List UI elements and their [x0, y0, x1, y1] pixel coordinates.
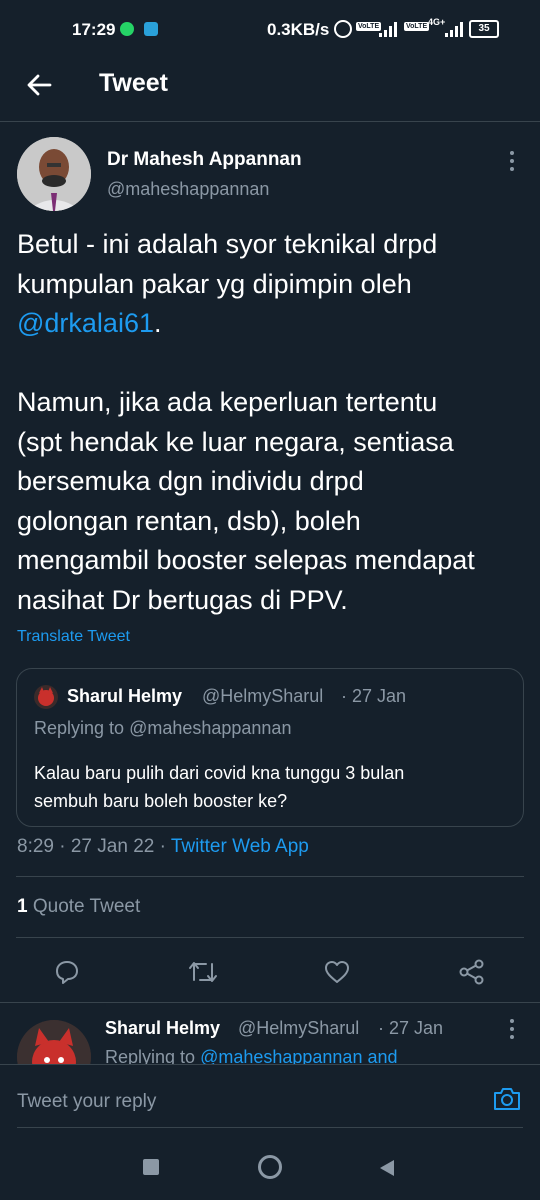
- triangle-back-icon: [380, 1160, 394, 1176]
- tweet-text-line: @drkalai61.: [17, 304, 532, 344]
- system-nav-bar: [0, 1134, 540, 1200]
- tweet-text-line: kumpulan pakar yg dipimpin oleh: [17, 268, 412, 299]
- quote-tweet-count[interactable]: 1 Quote Tweet: [17, 896, 140, 918]
- tweet-more-button[interactable]: [502, 150, 522, 172]
- tweet-text-line: Namun, jika ada keperluan tertentu: [17, 387, 438, 417]
- reply-author-name[interactable]: Sharul Helmy: [105, 1018, 220, 1039]
- stats-divider: [16, 937, 524, 938]
- home-button[interactable]: [258, 1155, 282, 1179]
- tweet-text-line: bersemuka dgn individu drpd: [17, 466, 364, 496]
- reply-input[interactable]: Tweet your reply: [17, 1091, 156, 1113]
- status-bar: 17:29 0.3KB/s VoLTE VoLTE 4G+ 35: [0, 0, 540, 62]
- more-vertical-icon: [510, 151, 514, 171]
- tweet-body: Betul - ini adalah syor teknikal drpd ku…: [17, 225, 532, 620]
- tweet-text-line: mengambil booster selepas mendapat: [17, 545, 475, 575]
- arrow-left-icon: [27, 74, 52, 96]
- quoted-date: · 27 Jan: [341, 686, 407, 706]
- status-time: 17:29: [72, 20, 116, 39]
- tweet-text-line: nasihat Dr bertugas di PPV.: [17, 584, 348, 615]
- reply-author-handle[interactable]: @HelmySharul: [238, 1018, 359, 1039]
- quote-count-number: 1: [17, 896, 28, 917]
- camera-icon: [494, 1088, 520, 1110]
- tweet-timestamp: 8:29 · 27 Jan 22 · Twitter Web App: [17, 836, 309, 857]
- timestamp-divider: [16, 876, 524, 877]
- mention-link[interactable]: @drkalai61: [17, 308, 154, 338]
- camera-button[interactable]: [492, 1085, 522, 1113]
- composer-underline: [17, 1127, 523, 1128]
- recents-button[interactable]: [143, 1159, 159, 1175]
- battery-level: 35: [478, 23, 490, 34]
- battery-icon: 35: [469, 20, 499, 38]
- more-vertical-icon: [510, 1019, 514, 1039]
- net-speed: 0.3KB/s: [267, 20, 330, 39]
- network-type: 4G+: [428, 17, 446, 27]
- page-title: Tweet: [99, 69, 168, 97]
- whatsapp-icon: [120, 22, 134, 36]
- author-avatar[interactable]: [17, 137, 91, 211]
- header-divider: [0, 121, 540, 122]
- translate-tweet-link[interactable]: Translate Tweet: [17, 628, 130, 646]
- telegram-icon: [144, 22, 158, 36]
- author-name[interactable]: Dr Mahesh Appannan: [107, 149, 302, 171]
- action-bar: [0, 950, 540, 994]
- reply-composer: Tweet your reply: [0, 1064, 540, 1135]
- reply-button[interactable]: [53, 958, 81, 986]
- tweet-source-link[interactable]: Twitter Web App: [171, 836, 309, 857]
- tweet-text-line: golongan rentan, dsb), boleh: [17, 505, 361, 536]
- back-button[interactable]: [24, 70, 54, 100]
- reply-date: · 27 Jan: [378, 1018, 444, 1038]
- app-header: Tweet: [0, 62, 540, 122]
- back-nav-button[interactable]: [378, 1158, 396, 1178]
- quoted-text: Kalau baru pulih dari covid kna tunggu 3…: [34, 763, 405, 811]
- author-handle[interactable]: @maheshappannan: [107, 179, 269, 200]
- quoted-author-handle: @HelmySharul: [202, 686, 324, 706]
- signal-icon-2: [444, 21, 466, 37]
- quoted-replying-handle: @maheshappannan: [129, 718, 292, 738]
- tweet-text-line: Betul - ini adalah syor teknikal drpd: [17, 229, 438, 259]
- quote-count-label: Quote Tweet: [27, 896, 141, 917]
- like-button[interactable]: [323, 958, 351, 986]
- quoted-avatar: [34, 685, 58, 709]
- retweet-button[interactable]: [187, 958, 219, 986]
- share-icon: [459, 959, 484, 985]
- quoted-author-name: Sharul Helmy: [67, 686, 183, 706]
- heart-icon: [325, 961, 349, 983]
- share-button[interactable]: [457, 958, 487, 986]
- reply-icon: [56, 961, 78, 984]
- mention-suffix: .: [153, 308, 162, 338]
- alarm-icon: [334, 20, 352, 38]
- quoted-replying-to: Replying to @maheshappannan: [34, 718, 292, 738]
- retweet-icon: [189, 962, 217, 982]
- tweet-text-line: (spt hendak ke luar negara, sentiasa: [17, 426, 454, 457]
- signal-icon-1: [378, 21, 400, 37]
- reply-more-button[interactable]: [502, 1018, 522, 1040]
- volte-badge-2: VoLTE: [404, 22, 430, 31]
- quoted-tweet-card[interactable]: Sharul Helmy @HelmySharul · 27 Jan Reply…: [16, 668, 524, 827]
- actions-divider: [0, 1002, 540, 1003]
